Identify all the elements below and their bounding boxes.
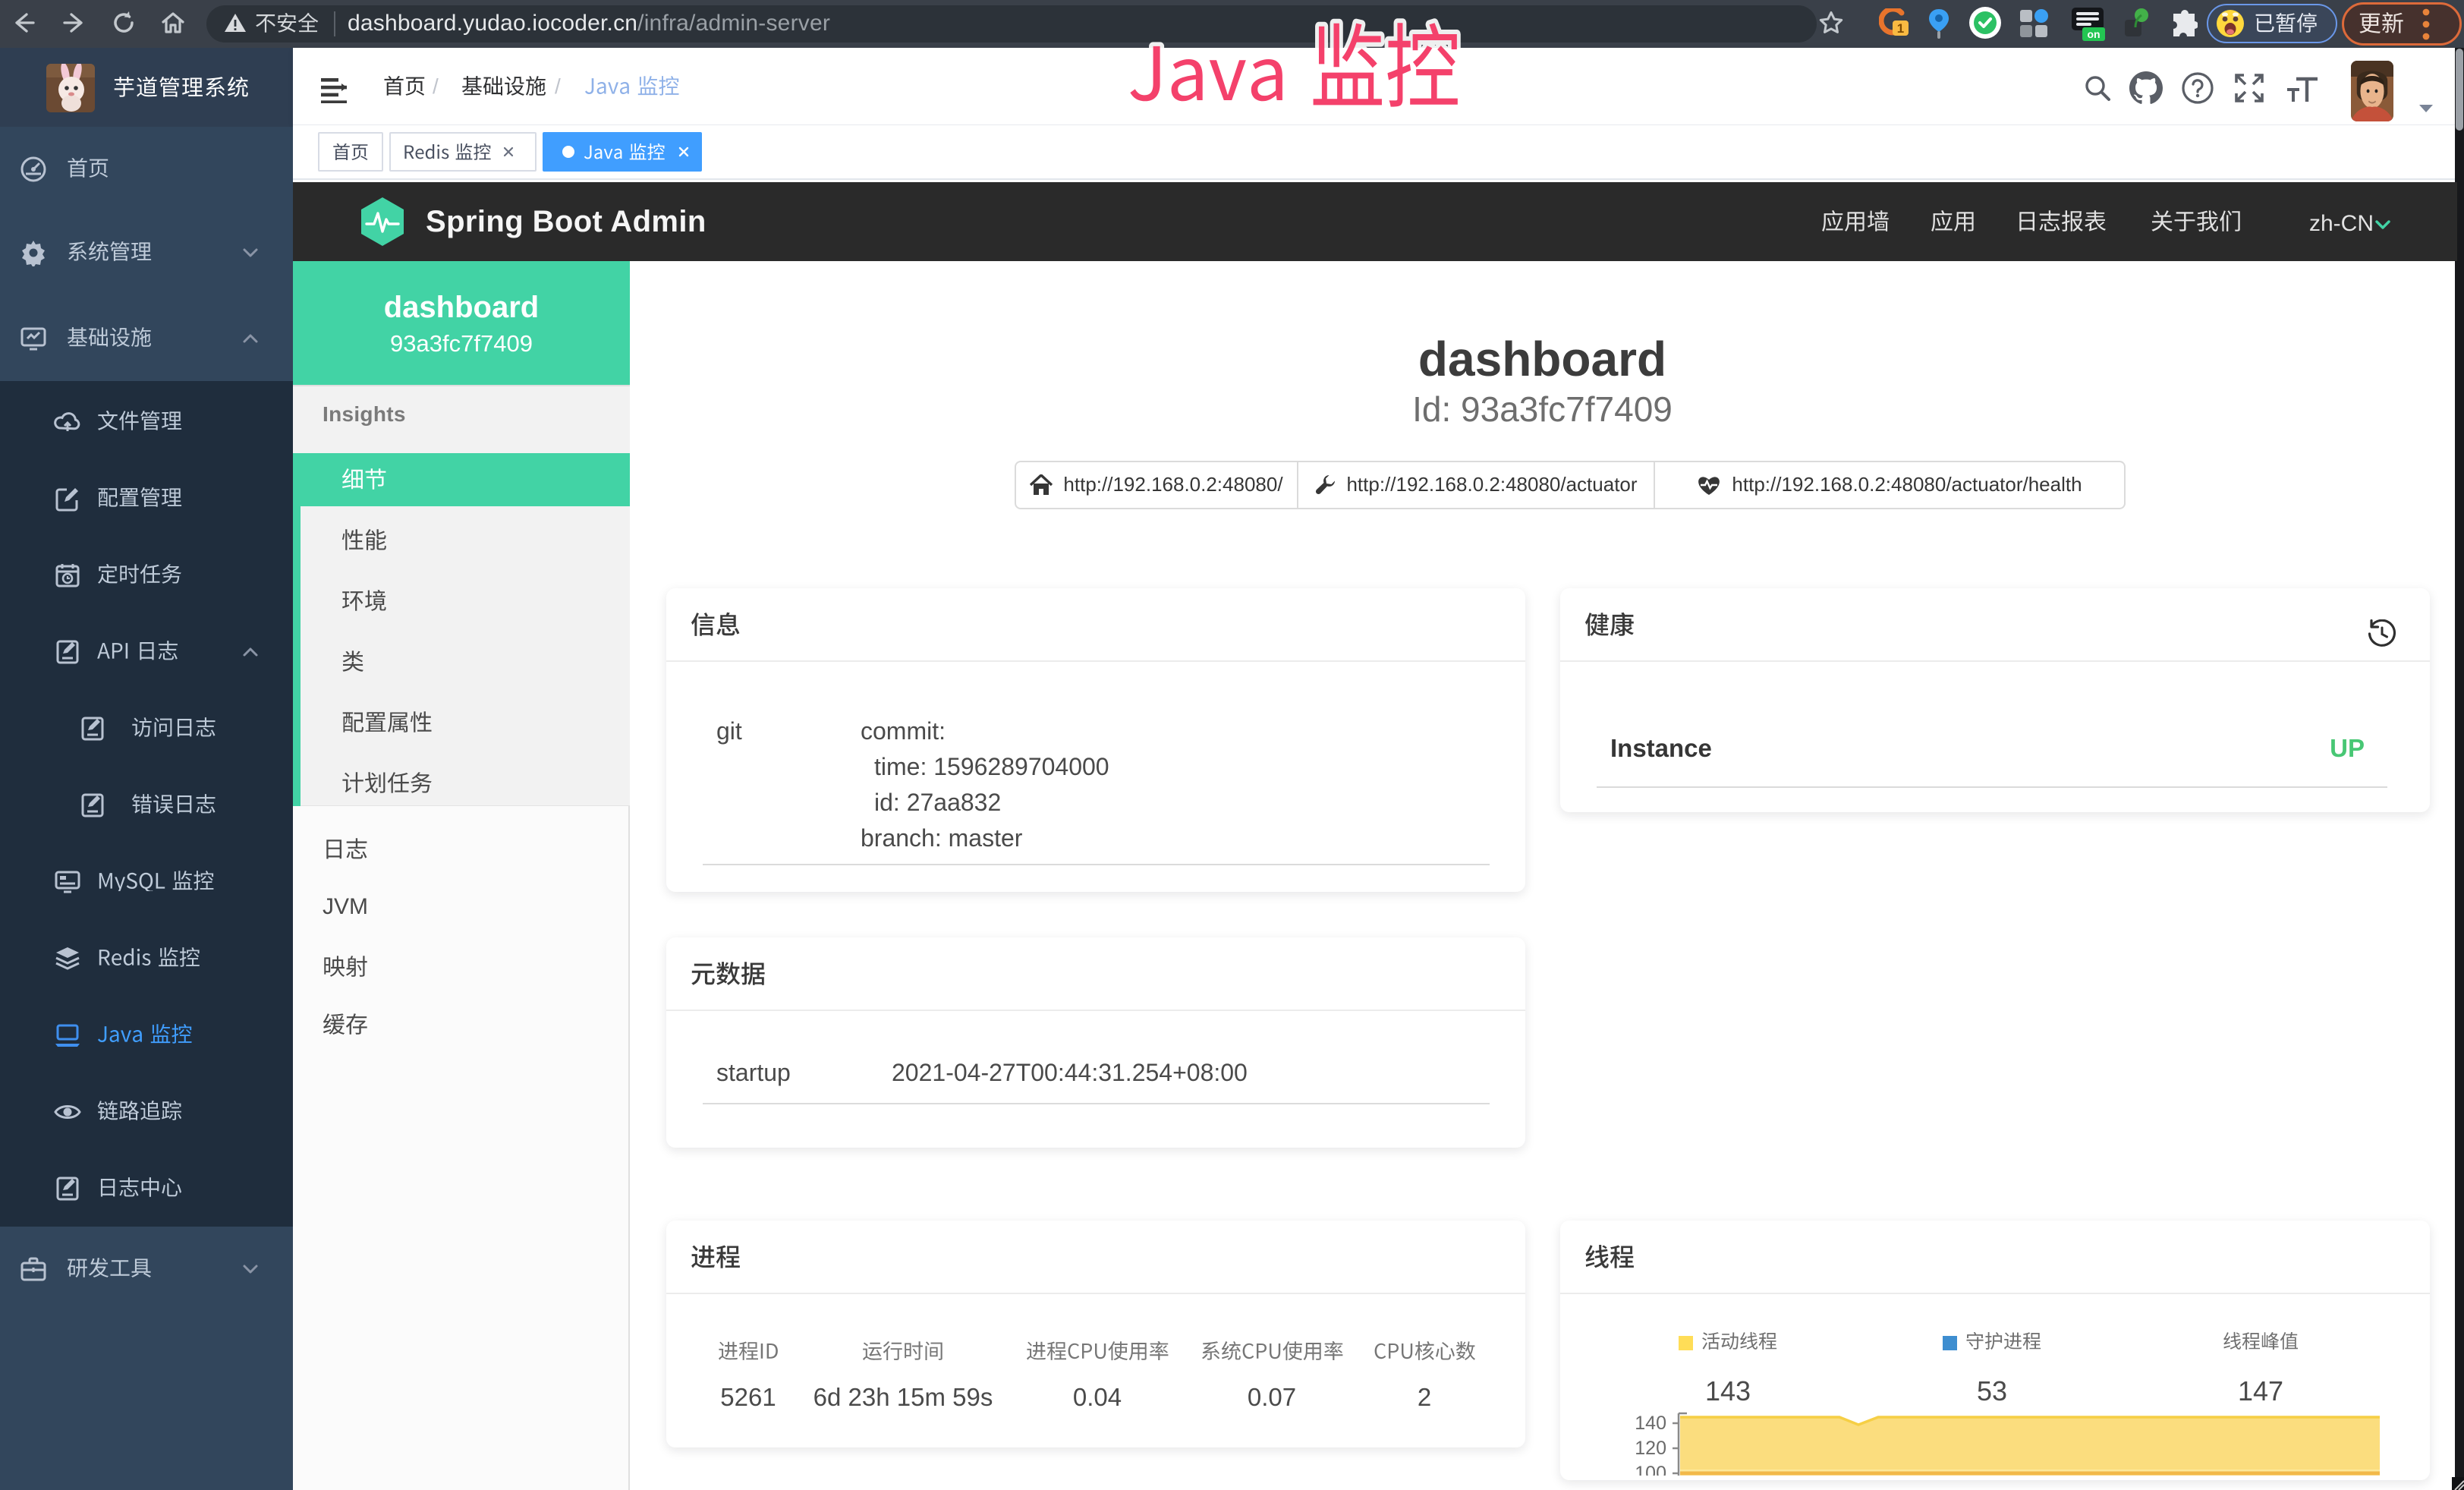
svg-text:120: 120: [1635, 1438, 1666, 1459]
svg-text:140: 140: [1635, 1413, 1666, 1434]
svg-text:100: 100: [1635, 1463, 1666, 1476]
svg-text:1: 1: [1897, 21, 1904, 36]
svg-text:on: on: [2087, 28, 2100, 40]
